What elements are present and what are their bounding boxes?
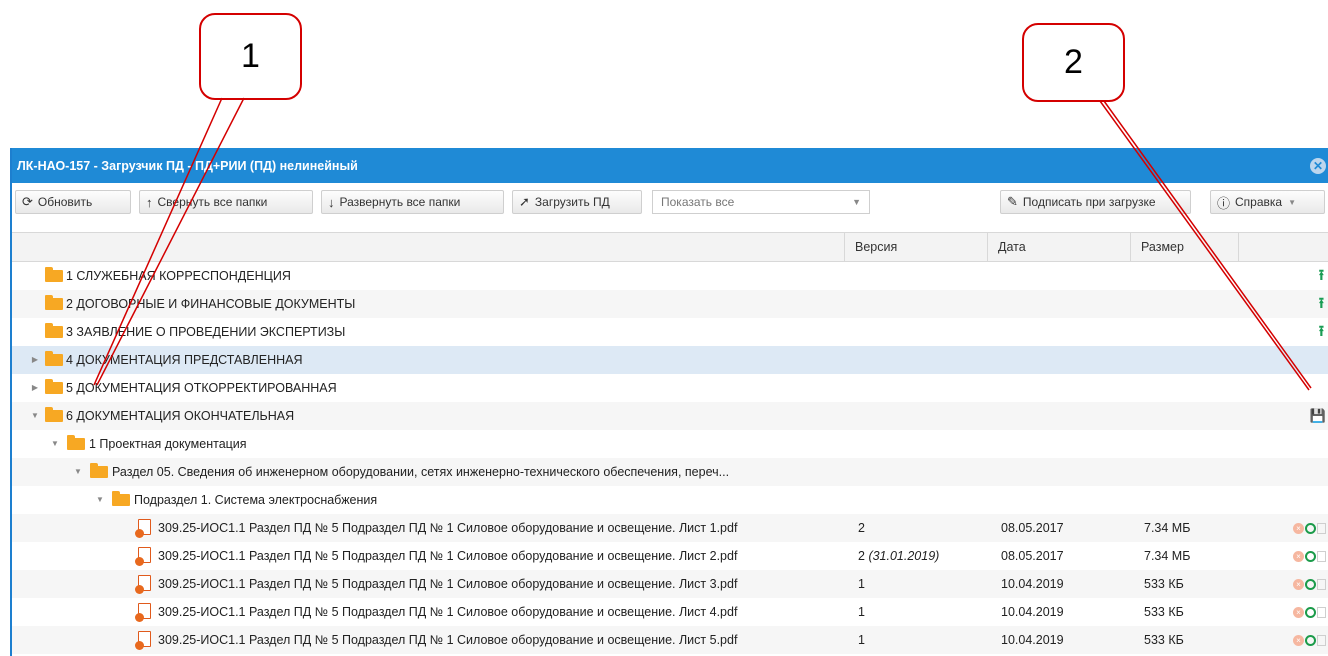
reject-icon[interactable]: × [1293, 522, 1304, 534]
tree-folder-row[interactable]: ▼ Подраздел 1. Система электроснабжения [12, 486, 1328, 514]
trash-icon[interactable] [1317, 578, 1326, 590]
pdf-file-icon [135, 547, 151, 566]
approve-icon[interactable] [1305, 606, 1316, 618]
trash-icon[interactable] [1317, 634, 1326, 646]
folder-icon [45, 267, 63, 282]
filter-select[interactable]: Показать все ▼ [652, 190, 870, 214]
pencil-icon: ✎ [1007, 194, 1018, 209]
approve-icon[interactable] [1305, 522, 1316, 534]
trash-icon[interactable] [1317, 522, 1326, 534]
expand-arrow-icon[interactable]: ▶ [29, 346, 41, 374]
reject-icon[interactable]: × [1293, 606, 1304, 618]
trash-icon[interactable] [1317, 606, 1326, 618]
collapse-arrow-icon[interactable]: ▼ [49, 430, 61, 458]
pdf-file-icon [135, 575, 151, 594]
collapse-all-button[interactable]: ↑ Свернуть все папки [139, 190, 313, 214]
dialog-title: ЛК-НАО-157 - Загрузчик ПД - ПД+РИИ (ПД) … [17, 158, 358, 173]
folder-icon [45, 351, 63, 366]
send-icon: ➚ [519, 194, 530, 209]
table-header: Версия Дата Размер [12, 232, 1328, 262]
folder-icon [45, 323, 63, 338]
file-row[interactable]: 309.25-ИОС1.1 Раздел ПД № 5 Подраздел ПД… [12, 542, 1328, 570]
loader-dialog: ЛК-НАО-157 - Загрузчик ПД - ПД+РИИ (ПД) … [10, 148, 1328, 656]
collapse-arrow-icon[interactable]: ▼ [72, 458, 84, 486]
tree-folder-row[interactable]: 3 ЗАЯВЛЕНИЕ О ПРОВЕДЕНИИ ЭКСПЕРТИЗЫ ⭱ [12, 318, 1328, 346]
folder-icon [67, 435, 85, 450]
chevron-down-icon: ▼ [852, 197, 861, 207]
close-icon[interactable]: ✕ [1310, 158, 1326, 174]
help-icon: ⓘ [1217, 195, 1231, 211]
chevron-down-icon: ▼ [1288, 197, 1297, 207]
approve-icon[interactable] [1305, 550, 1316, 562]
help-button[interactable]: ⓘ Справка ▼ [1210, 190, 1325, 214]
pdf-file-icon [135, 631, 151, 650]
document-tree: 1 СЛУЖЕБНАЯ КОРРЕСПОНДЕНЦИЯ ⭱ 2 ДОГОВОРН… [12, 262, 1328, 654]
tree-folder-row[interactable]: 2 ДОГОВОРНЫЕ И ФИНАНСОВЫЕ ДОКУМЕНТЫ ⭱ [12, 290, 1328, 318]
tree-folder-row[interactable]: ▶ 5 ДОКУМЕНТАЦИЯ ОТКОРРЕКТИРОВАННАЯ [12, 374, 1328, 402]
save-icon[interactable]: 💾 [1310, 402, 1326, 430]
folder-icon [90, 463, 108, 478]
callout-1: 1 [199, 13, 302, 100]
sign-on-upload-button[interactable]: ✎ Подписать при загрузке [1000, 190, 1191, 214]
reject-icon[interactable]: × [1293, 578, 1304, 590]
column-size[interactable]: Размер [1130, 233, 1238, 261]
tree-folder-row[interactable]: ▶ 4 ДОКУМЕНТАЦИЯ ПРЕДСТАВЛЕННАЯ [12, 346, 1328, 374]
column-actions [1238, 233, 1328, 261]
tree-folder-row[interactable]: ▼ 6 ДОКУМЕНТАЦИЯ ОКОНЧАТЕЛЬНАЯ 💾 [12, 402, 1328, 430]
tree-folder-row[interactable]: 1 СЛУЖЕБНАЯ КОРРЕСПОНДЕНЦИЯ ⭱ [12, 262, 1328, 290]
file-actions: × [1293, 514, 1326, 542]
column-version[interactable]: Версия [844, 233, 987, 261]
toolbar: ⟳ Обновить ↑ Свернуть все папки ↓ Развернут… [12, 183, 1328, 223]
file-actions: × [1293, 570, 1326, 598]
column-date[interactable]: Дата [987, 233, 1130, 261]
upload-icon[interactable]: ⭱ [1319, 318, 1324, 346]
refresh-icon: ⟳ [22, 194, 33, 209]
file-actions: × [1293, 542, 1326, 570]
approve-icon[interactable] [1305, 634, 1316, 646]
file-row[interactable]: 309.25-ИОС1.1 Раздел ПД № 5 Подраздел ПД… [12, 626, 1328, 654]
folder-icon [112, 491, 130, 506]
file-actions: × [1293, 626, 1326, 654]
arrow-down-icon: ↓ [328, 194, 335, 210]
file-row[interactable]: 309.25-ИОС1.1 Раздел ПД № 5 Подраздел ПД… [12, 598, 1328, 626]
collapse-arrow-icon[interactable]: ▼ [94, 486, 106, 514]
trash-icon[interactable] [1317, 550, 1326, 562]
file-actions: × [1293, 598, 1326, 626]
dialog-titlebar: ЛК-НАО-157 - Загрузчик ПД - ПД+РИИ (ПД) … [12, 148, 1328, 183]
pdf-file-icon [135, 603, 151, 622]
folder-icon [45, 407, 63, 422]
filter-select-value: Показать все [661, 195, 735, 209]
expand-arrow-icon[interactable]: ▶ [29, 374, 41, 402]
file-row[interactable]: 309.25-ИОС1.1 Раздел ПД № 5 Подраздел ПД… [12, 514, 1328, 542]
folder-icon [45, 295, 63, 310]
approve-icon[interactable] [1305, 578, 1316, 590]
collapse-arrow-icon[interactable]: ▼ [29, 402, 41, 430]
pdf-file-icon [135, 519, 151, 538]
expand-all-button[interactable]: ↓ Развернуть все папки [321, 190, 504, 214]
reject-icon[interactable]: × [1293, 550, 1304, 562]
upload-icon[interactable]: ⭱ [1319, 262, 1324, 290]
refresh-button[interactable]: ⟳ Обновить [15, 190, 131, 214]
arrow-up-icon: ↑ [146, 194, 153, 210]
callout-2: 2 [1022, 23, 1125, 102]
upload-pd-button[interactable]: ➚ Загрузить ПД [512, 190, 642, 214]
reject-icon[interactable]: × [1293, 634, 1304, 646]
folder-icon [45, 379, 63, 394]
tree-folder-row[interactable]: ▼ 1 Проектная документация [12, 430, 1328, 458]
tree-folder-row[interactable]: ▼ Раздел 05. Сведения об инженерном обор… [12, 458, 1328, 486]
upload-icon[interactable]: ⭱ [1319, 290, 1324, 318]
file-row[interactable]: 309.25-ИОС1.1 Раздел ПД № 5 Подраздел ПД… [12, 570, 1328, 598]
